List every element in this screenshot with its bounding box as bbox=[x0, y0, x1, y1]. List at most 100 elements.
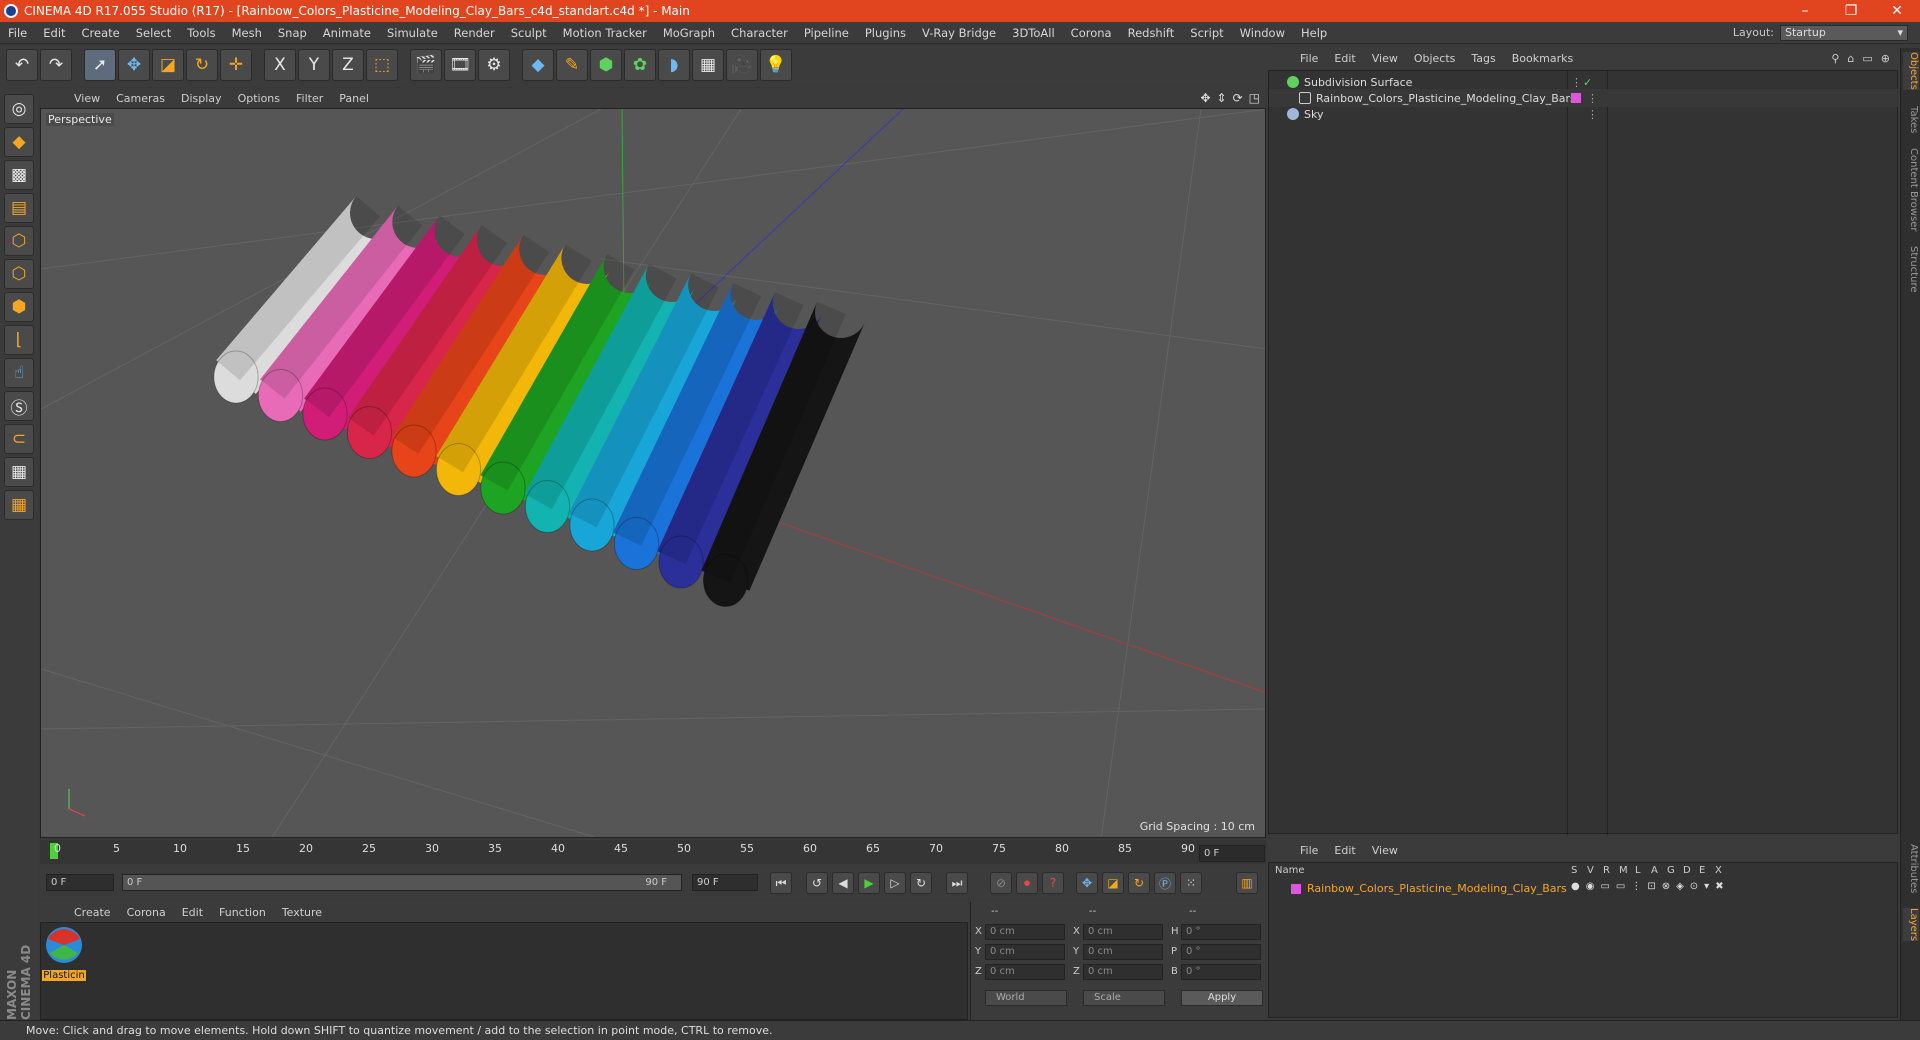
viewport-menu-cameras[interactable]: Cameras bbox=[108, 92, 173, 105]
zoom-view-icon[interactable]: ⇕ bbox=[1217, 91, 1227, 105]
close-button[interactable]: ✕ bbox=[1874, 3, 1920, 19]
maximize-view-icon[interactable]: ◳ bbox=[1249, 91, 1260, 105]
tab-takes[interactable]: Takes bbox=[1903, 106, 1919, 133]
start-frame-field[interactable]: 0 F bbox=[46, 874, 114, 891]
current-frame-field[interactable]: 0 F bbox=[1199, 845, 1265, 862]
menu-mesh[interactable]: Mesh bbox=[224, 26, 270, 40]
layer-menu-edit[interactable]: Edit bbox=[1326, 844, 1363, 857]
layer-color-tag[interactable] bbox=[1571, 93, 1581, 103]
material-menu-create[interactable]: Create bbox=[66, 906, 119, 919]
previous-key-icon[interactable]: ↺ bbox=[806, 872, 828, 894]
key-parameter-icon[interactable]: Ⓟ bbox=[1154, 872, 1176, 894]
key-position-icon[interactable]: ✥ bbox=[1076, 872, 1098, 894]
layout-select[interactable]: Startup bbox=[1780, 24, 1908, 41]
axis-mode-icon[interactable]: ⌊ bbox=[4, 325, 34, 355]
key-pla-icon[interactable]: ⁙ bbox=[1180, 872, 1202, 894]
tweak-mode-icon[interactable]: ☝ bbox=[4, 358, 34, 388]
live-select-icon[interactable]: ✛ bbox=[220, 49, 252, 81]
select-icon[interactable]: ➚ bbox=[84, 49, 116, 81]
frame-range-slider[interactable]: 0 F 90 F bbox=[122, 874, 682, 891]
solo-icon[interactable]: Ⓢ bbox=[4, 391, 34, 421]
object-menu-objects[interactable]: Objects bbox=[1406, 52, 1464, 65]
menu-animate[interactable]: Animate bbox=[315, 26, 379, 40]
viewport-menu-options[interactable]: Options bbox=[230, 92, 288, 105]
timeline-window-icon[interactable]: ▥ bbox=[1236, 872, 1258, 894]
timeline-ruler[interactable]: 0 5 10 15 20 25 30 35 40 45 50 55 60 65 … bbox=[40, 840, 1266, 864]
visibility-toggle-icon[interactable]: ⋮ bbox=[1571, 76, 1582, 89]
previous-frame-icon[interactable]: ◀ bbox=[832, 872, 854, 894]
workplane-mode-icon[interactable]: ▤ bbox=[4, 193, 34, 223]
menu-mograph[interactable]: MoGraph bbox=[655, 26, 723, 40]
next-key-icon[interactable]: ↻ bbox=[910, 872, 932, 894]
layer-menu-view[interactable]: View bbox=[1364, 844, 1406, 857]
points-mode-icon[interactable]: ⬡ bbox=[4, 226, 34, 256]
go-to-end-icon[interactable]: ⏭ bbox=[946, 872, 968, 894]
cube-icon[interactable]: ◆ bbox=[522, 49, 554, 81]
rotate-icon[interactable]: ↻ bbox=[186, 49, 218, 81]
menu-window[interactable]: Window bbox=[1232, 26, 1293, 40]
layer-menu-file[interactable]: File bbox=[1292, 844, 1326, 857]
pos-y-field[interactable]: 0 cm bbox=[985, 944, 1065, 960]
rot-b-field[interactable]: 0 ° bbox=[1181, 964, 1261, 980]
z-axis-icon[interactable]: Z bbox=[332, 49, 364, 81]
tab-attributes[interactable]: Attributes bbox=[1903, 844, 1919, 893]
redo-icon[interactable]: ↷ bbox=[40, 49, 72, 81]
x-axis-icon[interactable]: X bbox=[264, 49, 296, 81]
restore-button[interactable]: ❐ bbox=[1828, 3, 1874, 19]
light-icon[interactable]: 💡 bbox=[760, 49, 792, 81]
material-menu-function[interactable]: Function bbox=[211, 906, 274, 919]
viewport[interactable]: Perspective Grid Spacing : 10 cm bbox=[40, 108, 1266, 838]
lock-icon[interactable]: ⊕ bbox=[1881, 52, 1890, 65]
menu-pipeline[interactable]: Pipeline bbox=[796, 26, 857, 40]
record-position-icon[interactable]: ⊘ bbox=[990, 872, 1012, 894]
layer-color-icon[interactable] bbox=[1291, 884, 1301, 894]
pos-z-field[interactable]: 0 cm bbox=[985, 964, 1065, 980]
render-picture-viewer-icon[interactable]: 🎞 bbox=[444, 49, 476, 81]
polygons-mode-icon[interactable]: ⬢ bbox=[4, 292, 34, 322]
end-frame-field[interactable]: 90 F bbox=[692, 874, 758, 891]
go-to-start-icon[interactable]: ⏮ bbox=[770, 872, 792, 894]
y-axis-icon[interactable]: Y bbox=[298, 49, 330, 81]
scale-icon[interactable]: ◪ bbox=[152, 49, 184, 81]
render-view-icon[interactable]: 🎬 bbox=[410, 49, 442, 81]
make-editable-icon[interactable]: ◎ bbox=[4, 94, 34, 124]
size-x-field[interactable]: 0 cm bbox=[1083, 924, 1163, 940]
object-menu-tags[interactable]: Tags bbox=[1463, 52, 1503, 65]
viewport-menu-filter[interactable]: Filter bbox=[288, 92, 331, 105]
apply-button[interactable]: Apply bbox=[1181, 990, 1263, 1006]
floor-icon[interactable]: ▦ bbox=[692, 49, 724, 81]
menu-plugins[interactable]: Plugins bbox=[857, 26, 914, 40]
cloner-icon[interactable]: ✿ bbox=[624, 49, 656, 81]
viewport-menu-view[interactable]: View bbox=[66, 92, 108, 105]
viewport-menu-panel[interactable]: Panel bbox=[331, 92, 377, 105]
menu-vray-bridge[interactable]: V-Ray Bridge bbox=[914, 26, 1004, 40]
visibility-toggle-icon[interactable]: ⋮ bbox=[1587, 92, 1598, 105]
record-active-icon[interactable]: ⏺ bbox=[1016, 872, 1038, 894]
play-icon[interactable]: ▶ bbox=[858, 872, 880, 894]
next-frame-icon[interactable]: ▷ bbox=[884, 872, 906, 894]
pos-x-field[interactable]: 0 cm bbox=[985, 924, 1065, 940]
menu-3dtoall[interactable]: 3DToAll bbox=[1004, 26, 1063, 40]
material-item[interactable]: Plasticin bbox=[42, 925, 86, 983]
model-mode-icon[interactable]: ◆ bbox=[4, 127, 34, 157]
enabled-check-icon[interactable]: ✓ bbox=[1583, 76, 1592, 89]
size-z-field[interactable]: 0 cm bbox=[1083, 964, 1163, 980]
size-mode-dropdown[interactable]: Scale bbox=[1083, 990, 1165, 1006]
material-menu-edit[interactable]: Edit bbox=[174, 906, 211, 919]
key-scale-icon[interactable]: ◪ bbox=[1102, 872, 1124, 894]
object-menu-file[interactable]: File bbox=[1292, 52, 1326, 65]
undo-icon[interactable]: ↶ bbox=[6, 49, 38, 81]
size-y-field[interactable]: 0 cm bbox=[1083, 944, 1163, 960]
menu-snap[interactable]: Snap bbox=[270, 26, 315, 40]
subdivision-icon[interactable]: ⬢ bbox=[590, 49, 622, 81]
material-menu-corona[interactable]: Corona bbox=[119, 906, 174, 919]
menu-create[interactable]: Create bbox=[74, 26, 128, 40]
coordinate-space-dropdown[interactable]: World bbox=[985, 990, 1067, 1006]
menu-edit[interactable]: Edit bbox=[35, 26, 73, 40]
object-row[interactable]: Sky ⋮ bbox=[1269, 105, 1899, 123]
menu-select[interactable]: Select bbox=[128, 26, 179, 40]
edit-render-settings-icon[interactable]: ⚙ bbox=[478, 49, 510, 81]
menu-character[interactable]: Character bbox=[723, 26, 796, 40]
pan-view-icon[interactable]: ✥ bbox=[1200, 91, 1210, 105]
edges-mode-icon[interactable]: ⬡ bbox=[4, 259, 34, 289]
